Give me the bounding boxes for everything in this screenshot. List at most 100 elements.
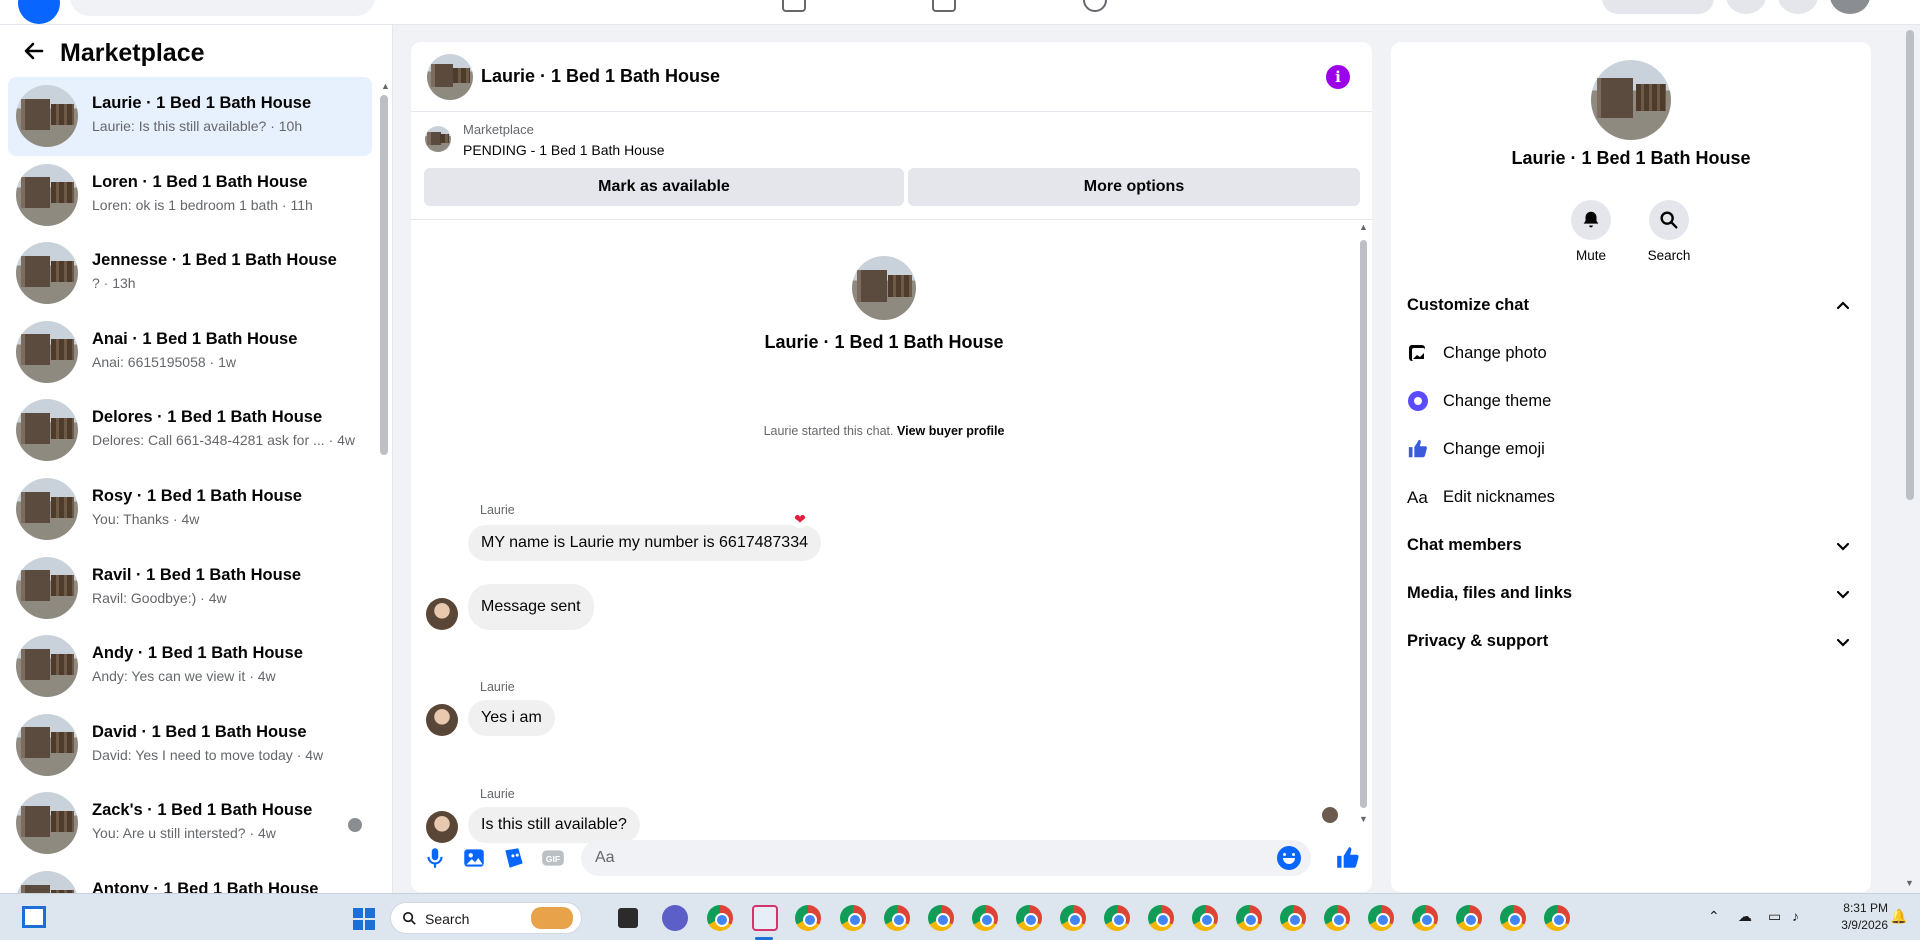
page-scrollbar[interactable] [1906, 30, 1914, 500]
groups-nav-icon[interactable] [932, 0, 956, 12]
marketplace-nav-icon[interactable] [782, 0, 806, 12]
mute-button[interactable]: Mute [1561, 200, 1621, 263]
chrome-profile-icon[interactable] [972, 905, 998, 931]
info-icon[interactable]: i [1326, 65, 1350, 89]
conversation-item[interactable]: Loren · 1 Bed 1 Bath House Loren: ok is … [8, 156, 372, 235]
heart-reaction-icon[interactable]: ❤ [791, 510, 809, 528]
scroll-down-arrow-icon[interactable]: ▼ [1359, 814, 1368, 824]
edit-nicknames-label: Edit nicknames [1443, 488, 1555, 506]
conversation-item[interactable]: Anai · 1 Bed 1 Bath House Anai: 66151950… [8, 313, 372, 392]
teams-icon[interactable] [662, 905, 688, 931]
scroll-up-arrow-icon[interactable]: ▲ [1359, 222, 1368, 232]
message-bubble[interactable]: MY name is Laurie my number is 661748733… [468, 525, 821, 561]
message-input[interactable] [581, 840, 1251, 876]
message-input-wrapper [581, 840, 1311, 876]
chrome-profile-icon[interactable] [1368, 905, 1394, 931]
display-icon[interactable]: ▭ [1768, 908, 1781, 925]
taskbar-search[interactable]: Search [390, 902, 582, 934]
gif-icon[interactable]: GIF [540, 845, 566, 871]
chrome-profile-icon[interactable] [1544, 905, 1570, 931]
chat-scrollbar[interactable] [1360, 240, 1367, 808]
profile-avatar[interactable] [1830, 0, 1870, 14]
scroll-down-arrow-icon[interactable]: ▼ [1905, 878, 1914, 888]
cloud-icon[interactable]: ☁ [1738, 908, 1752, 925]
change-theme-item[interactable]: Change theme [1407, 380, 1855, 424]
chevron-up-icon[interactable]: ⌃ [1708, 908, 1720, 925]
taskbar-clock[interactable]: 8:31 PM 3/9/2026 [1828, 900, 1888, 934]
photo-icon[interactable] [461, 845, 487, 871]
conversation-item[interactable]: Delores · 1 Bed 1 Bath House Delores: Ca… [8, 391, 372, 470]
edit-nicknames-item[interactable]: Aa Edit nicknames [1407, 476, 1855, 520]
chrome-profile-icon[interactable] [1192, 905, 1218, 931]
chrome-profile-icon[interactable] [1324, 905, 1350, 931]
listing-thumbnail [16, 477, 78, 540]
chrome-profile-icon[interactable] [1500, 905, 1526, 931]
listing-thumbnail[interactable] [425, 126, 451, 152]
volume-icon[interactable]: ♪ [1792, 908, 1799, 924]
listing-status[interactable]: PENDING - 1 Bed 1 Bath House [463, 142, 665, 158]
menu-grid-icon[interactable] [1726, 0, 1766, 14]
chrome-profile-icon[interactable] [840, 905, 866, 931]
find-friends-pill[interactable] [1602, 0, 1714, 14]
gaming-nav-icon[interactable] [1083, 0, 1107, 12]
message-bubble[interactable]: Yes i am [468, 700, 555, 736]
back-arrow-icon[interactable] [22, 39, 46, 63]
sticker-icon[interactable] [501, 845, 527, 871]
conversation-preview: You: Thanks · 4w [92, 510, 200, 527]
windows-start-icon[interactable] [352, 907, 376, 931]
conversation-preview: Andy: Yes can we view it · 4w [92, 668, 276, 685]
read-receipt-avatar [346, 816, 364, 835]
chrome-profile-icon[interactable] [1236, 905, 1262, 931]
privacy-support-section[interactable]: Privacy & support [1407, 620, 1855, 664]
facebook-logo-icon[interactable] [18, 0, 60, 24]
chrome-profile-icon[interactable] [1148, 905, 1174, 931]
chrome-profile-icon[interactable] [928, 905, 954, 931]
customize-chat-section[interactable]: Customize chat [1407, 284, 1855, 328]
chrome-profile-icon[interactable] [1060, 905, 1086, 931]
scroll-up-arrow-icon[interactable]: ▲ [381, 81, 390, 91]
conversation-item[interactable]: Ravil · 1 Bed 1 Bath House Ravil: Goodby… [8, 549, 372, 628]
listing-thumbnail [16, 85, 78, 147]
top-nav [0, 0, 1920, 25]
emoji-icon[interactable] [1277, 846, 1301, 870]
chrome-profile-icon[interactable] [1016, 905, 1042, 931]
chrome-profile-icon[interactable] [1456, 905, 1482, 931]
conversation-name: Antony · 1 Bed 1 Bath House [92, 879, 319, 893]
sidebar-scrollbar[interactable] [380, 95, 388, 455]
conversation-item[interactable]: David · 1 Bed 1 Bath House David: Yes I … [8, 706, 372, 785]
conversation-preview: Anai: 6615195058 · 1w [92, 353, 236, 370]
chrome-profile-icon[interactable] [1104, 905, 1130, 931]
chat-members-section[interactable]: Chat members [1407, 524, 1855, 568]
conversation-item[interactable]: Rosy · 1 Bed 1 Bath House You: Thanks · … [8, 470, 372, 549]
chrome-icon[interactable] [707, 905, 733, 931]
mark-as-available-button[interactable]: Mark as available [424, 168, 904, 206]
nav-search-bar[interactable] [70, 0, 375, 16]
chat-title[interactable]: Laurie · 1 Bed 1 Bath House [481, 66, 720, 87]
chrome-profile-icon[interactable] [884, 905, 910, 931]
widgets-icon[interactable] [22, 906, 46, 928]
conversation-item[interactable]: Andy · 1 Bed 1 Bath House Andy: Yes can … [8, 627, 372, 706]
change-emoji-item[interactable]: Change emoji [1407, 428, 1855, 472]
message-bubble[interactable]: Message sent [468, 584, 594, 630]
messenger-nav-icon[interactable] [1778, 0, 1818, 14]
task-view-icon[interactable] [618, 908, 638, 928]
snipping-tool-icon[interactable] [752, 905, 778, 931]
conversation-item[interactable]: Laurie · 1 Bed 1 Bath House Laurie: Is t… [8, 77, 372, 156]
chrome-profile-icon[interactable] [795, 905, 821, 931]
conversation-item[interactable]: Antony · 1 Bed 1 Bath House [8, 863, 372, 893]
sidebar-header: Marketplace [0, 25, 392, 75]
change-photo-item[interactable]: Change photo [1407, 332, 1855, 376]
conversation-item[interactable]: Zack's · 1 Bed 1 Bath House You: Are u s… [8, 784, 372, 863]
chat-details-panel: Laurie · 1 Bed 1 Bath House Mute Search … [1391, 42, 1871, 892]
view-buyer-profile-link[interactable]: View buyer profile [897, 424, 1004, 438]
chrome-profile-icon[interactable] [1280, 905, 1306, 931]
more-options-button[interactable]: More options [908, 168, 1360, 206]
search-button[interactable]: Search [1639, 200, 1699, 263]
chrome-profile-icon[interactable] [1412, 905, 1438, 931]
notification-bell-icon[interactable]: 🔔 [1890, 908, 1907, 925]
conversation-item[interactable]: Jennesse · 1 Bed 1 Bath House ? · 13h [8, 234, 372, 313]
chat-avatar[interactable] [427, 54, 473, 100]
media-files-section[interactable]: Media, files and links [1407, 572, 1855, 616]
microphone-icon[interactable] [422, 845, 448, 871]
thumbs-up-icon[interactable] [1335, 845, 1361, 871]
